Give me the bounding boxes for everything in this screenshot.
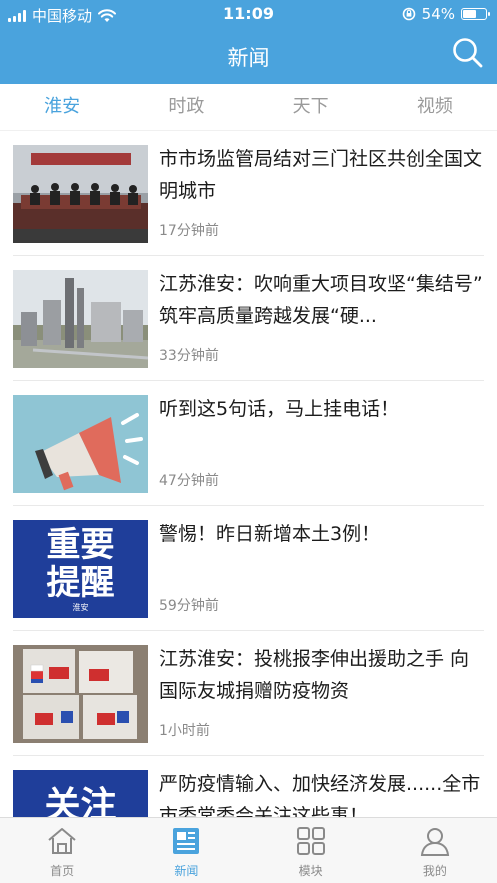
- home-icon: [48, 828, 76, 854]
- news-title: 警惕！昨日新增本土3例！: [159, 523, 381, 545]
- battery-icon: [461, 8, 490, 20]
- grid-icon: [296, 827, 325, 855]
- thumb-text: 重要: [46, 525, 115, 565]
- search-icon: [453, 38, 483, 68]
- bottom-tab-label: 首页: [50, 864, 75, 878]
- thumb-text: 关注: [44, 785, 117, 818]
- status-right: 54%: [402, 5, 490, 23]
- bottom-tab-news[interactable]: 新闻: [124, 818, 248, 883]
- tab-politics[interactable]: 时政: [124, 84, 248, 130]
- news-time: 1小时前: [159, 723, 210, 739]
- news-thumbnail: [13, 145, 148, 243]
- news-item[interactable]: 听到这5句话，马上挂电话！ 47分钟前: [13, 381, 484, 506]
- bottom-tab-home[interactable]: 首页: [0, 818, 124, 883]
- tab-world[interactable]: 天下: [249, 84, 373, 130]
- news-time: 59分钟前: [159, 598, 219, 614]
- bottom-tab-label: 我的: [422, 864, 447, 878]
- news-title: 听到这5句话，马上挂电话！: [159, 398, 400, 420]
- search-button[interactable]: [451, 36, 485, 70]
- user-icon: [420, 828, 449, 856]
- news-title: 严防疫情输入、加快经济发展......全市市委常委会关注这些事！: [159, 773, 481, 817]
- orientation-lock-icon: [402, 7, 415, 21]
- status-bar: 中国移动 11:09 54%: [0, 0, 497, 28]
- news-thumbnail: 关注: [13, 770, 148, 817]
- news-item[interactable]: 江苏淮安：投桃报李伸出援助之手 向国际友城捐赠防疫物资 1小时前: [13, 631, 484, 756]
- tab-huaian[interactable]: 淮安: [0, 84, 124, 130]
- thumb-source: 淮安: [72, 603, 89, 612]
- news-thumbnail: [13, 270, 148, 368]
- bottom-tab-profile[interactable]: 我的: [373, 818, 497, 883]
- news-item[interactable]: 重要 提醒 淮安 警惕！昨日新增本土3例！ 59分钟前: [13, 506, 484, 631]
- news-thumbnail: 重要 提醒 淮安: [13, 520, 148, 618]
- news-icon: [173, 828, 200, 854]
- nav-bar: 新闻: [0, 28, 497, 84]
- news-list: 市市场监管局结对三门社区共创全国文明城市 17分钟前 江苏淮安：吹响重大项目攻坚…: [0, 131, 497, 817]
- news-time: 47分钟前: [159, 473, 219, 489]
- news-title: 市市场监管局结对三门社区共创全国文明城市: [159, 148, 483, 202]
- bottom-tab-modules[interactable]: 模块: [249, 818, 373, 883]
- category-tabs: 淮安 时政 天下 视频: [0, 84, 497, 131]
- news-title: 江苏淮安：投桃报李伸出援助之手 向国际友城捐赠防疫物资: [159, 648, 470, 702]
- news-item[interactable]: 关注 严防疫情输入、加快经济发展......全市市委常委会关注这些事！: [13, 756, 484, 817]
- battery-percent: 54%: [421, 5, 455, 23]
- bottom-tab-bar: 首页 新闻 模块 我的: [0, 817, 497, 883]
- news-title: 江苏淮安：吹响重大项目攻坚“集结号” 筑牢高质量跨越发展“硬...: [159, 273, 483, 327]
- thumb-text: 提醒: [46, 563, 115, 603]
- tab-video[interactable]: 视频: [373, 84, 497, 130]
- bottom-tab-label: 新闻: [174, 864, 199, 878]
- news-time: 17分钟前: [159, 223, 219, 239]
- news-item[interactable]: 江苏淮安：吹响重大项目攻坚“集结号” 筑牢高质量跨越发展“硬... 33分钟前: [13, 256, 484, 381]
- megaphone-icon: [13, 395, 148, 493]
- news-time: 33分钟前: [159, 348, 219, 364]
- news-thumbnail: [13, 395, 148, 493]
- page-title: 新闻: [227, 46, 270, 70]
- news-item[interactable]: 市市场监管局结对三门社区共创全国文明城市 17分钟前: [13, 131, 484, 256]
- news-thumbnail: [13, 645, 148, 743]
- bottom-tab-label: 模块: [298, 864, 323, 878]
